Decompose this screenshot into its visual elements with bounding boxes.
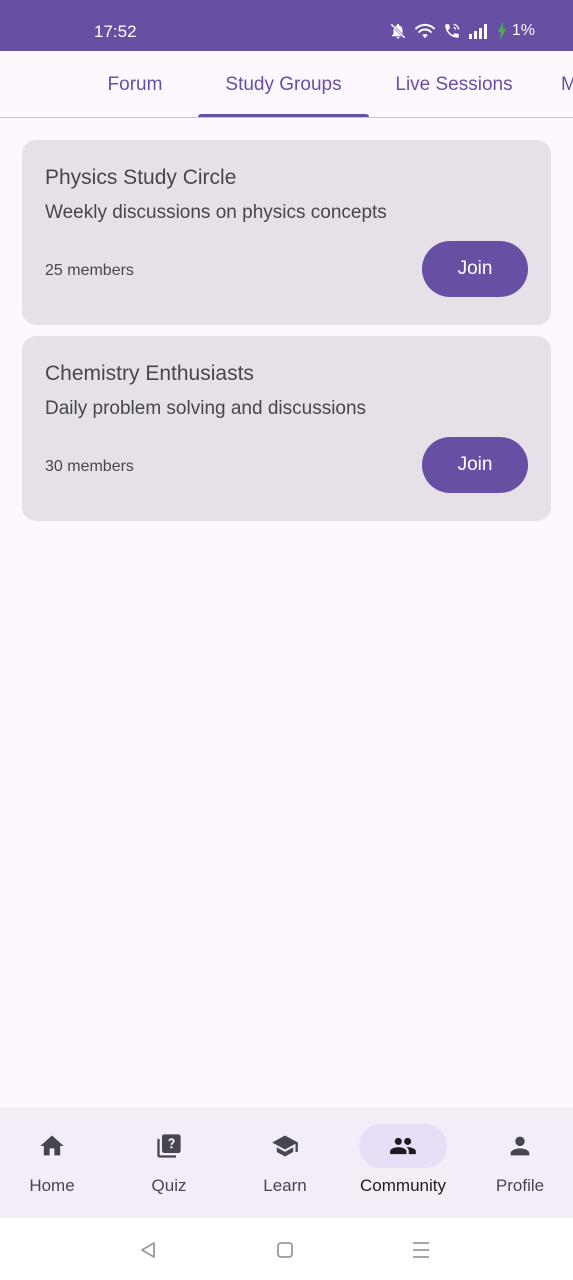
nav-item-quiz[interactable]: Quiz	[114, 1107, 224, 1218]
school-icon	[272, 1135, 298, 1157]
nav-item-profile[interactable]: Profile	[465, 1107, 573, 1218]
nav-label: Quiz	[151, 1176, 187, 1195]
nav-label: Learn	[263, 1176, 307, 1195]
screen: 17:52 1% Forum Study Groups Live Session…	[0, 0, 573, 1280]
group-description: Daily problem solving and discussions	[45, 398, 367, 419]
group-title: Chemistry Enthusiasts	[45, 362, 254, 385]
back-icon[interactable]	[137, 1239, 159, 1261]
nav-label: Community	[360, 1176, 446, 1195]
group-members: 30 members	[45, 458, 134, 475]
tab-live-sessions[interactable]: Live Sessions	[380, 51, 528, 117]
group-card-physics: Physics Study Circle Weekly discussions …	[22, 140, 551, 325]
tab-bar: Forum Study Groups Live Sessions M	[0, 51, 573, 118]
group-card-chemistry: Chemistry Enthusiasts Daily problem solv…	[22, 336, 551, 521]
home-square-icon[interactable]	[274, 1239, 296, 1261]
battery-charging-icon	[497, 22, 507, 40]
bottom-navigation: Home Quiz Learn Community Profile	[0, 1107, 573, 1218]
bell-off-icon	[389, 22, 407, 40]
menu-icon[interactable]	[410, 1239, 432, 1261]
tab-indicator	[198, 114, 369, 117]
person-icon	[510, 1136, 530, 1156]
signal-icon	[468, 23, 490, 39]
tab-more[interactable]: M	[561, 51, 573, 117]
join-button[interactable]: Join	[422, 241, 528, 297]
nav-item-community[interactable]: Community	[348, 1107, 458, 1218]
status-icons: 1%	[389, 20, 535, 42]
nav-label: Profile	[495, 1176, 545, 1195]
tab-study-groups[interactable]: Study Groups	[198, 51, 369, 117]
wifi-call-icon	[443, 22, 461, 40]
system-navigation-bar	[0, 1218, 573, 1280]
group-title: Physics Study Circle	[45, 166, 237, 189]
group-members: 25 members	[45, 262, 134, 279]
quiz-icon	[157, 1134, 181, 1158]
home-icon	[40, 1135, 64, 1156]
status-time: 17:52	[94, 22, 137, 41]
tab-forum[interactable]: Forum	[86, 51, 184, 117]
people-icon	[390, 1137, 416, 1155]
battery-percent: 1%	[511, 22, 535, 39]
join-button[interactable]: Join	[422, 437, 528, 493]
nav-label: Home	[29, 1176, 75, 1195]
status-bar: 17:52 1%	[0, 0, 573, 51]
group-description: Weekly discussions on physics concepts	[45, 202, 387, 223]
wifi-icon	[414, 22, 436, 40]
nav-item-learn[interactable]: Learn	[230, 1107, 340, 1218]
nav-item-home[interactable]: Home	[0, 1107, 107, 1218]
